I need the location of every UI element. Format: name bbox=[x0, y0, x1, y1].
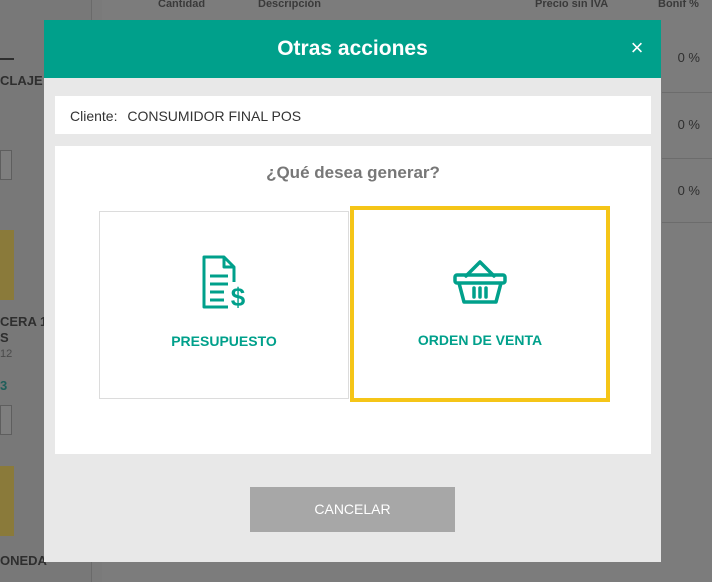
dialog-title: Otras acciones bbox=[277, 37, 428, 60]
shopping-basket-icon bbox=[453, 260, 507, 304]
client-label: Cliente: bbox=[70, 108, 118, 124]
generate-options-panel: ¿Qué desea generar? $ PRESUPUESTO ORDEN … bbox=[55, 146, 651, 454]
background-box bbox=[0, 150, 12, 180]
background-thumbnail bbox=[0, 230, 14, 300]
background-row-divider bbox=[662, 222, 712, 223]
background-bonif-value: 0 % bbox=[677, 183, 700, 198]
generate-question: ¿Qué desea generar? bbox=[266, 163, 440, 182]
cancel-button[interactable]: CANCELAR bbox=[250, 487, 455, 532]
background-header-bonif: Bonif % bbox=[658, 0, 699, 10]
background-box bbox=[0, 405, 12, 435]
background-header-cantidad: Cantidad bbox=[158, 0, 206, 10]
background-row-divider bbox=[662, 92, 712, 93]
background-bonif-value: 0 % bbox=[677, 50, 700, 65]
option-presupuesto[interactable]: $ PRESUPUESTO bbox=[99, 211, 349, 399]
dialog-header: Otras acciones × bbox=[44, 20, 661, 78]
background-bonif-value: 0 % bbox=[677, 117, 700, 132]
invoice-dollar-icon: $ bbox=[202, 255, 248, 310]
background-fragment: 3 bbox=[0, 378, 8, 393]
svg-text:$: $ bbox=[231, 282, 246, 310]
background-fragment: S bbox=[0, 330, 9, 345]
background-thumbnail bbox=[0, 466, 14, 536]
background-fragment: ONEDA bbox=[0, 553, 47, 568]
background-header-descripcion: Descripción bbox=[258, 0, 321, 10]
option-presupuesto-label: PRESUPUESTO bbox=[171, 333, 277, 349]
background-fragment: CERA 1 bbox=[0, 314, 48, 329]
background-header-precio: Precio sin IVA bbox=[535, 0, 609, 10]
background-fragment: CLAJE bbox=[0, 73, 43, 88]
background-table-header: Cantidad Descripción Precio sin IVA Boni… bbox=[102, 0, 712, 14]
background-dash bbox=[0, 58, 14, 60]
other-actions-dialog: Otras acciones × Cliente: CONSUMIDOR FIN… bbox=[44, 20, 661, 562]
background-fragment: 12 bbox=[0, 348, 13, 360]
client-info: Cliente: CONSUMIDOR FINAL POS bbox=[55, 96, 651, 134]
close-icon: × bbox=[630, 35, 644, 60]
option-orden-de-venta[interactable]: ORDEN DE VENTA bbox=[350, 206, 610, 402]
background-row-divider bbox=[662, 158, 712, 159]
option-orden-de-venta-label: ORDEN DE VENTA bbox=[417, 332, 543, 348]
close-button[interactable]: × bbox=[627, 35, 647, 60]
client-value: CONSUMIDOR FINAL POS bbox=[127, 108, 302, 124]
